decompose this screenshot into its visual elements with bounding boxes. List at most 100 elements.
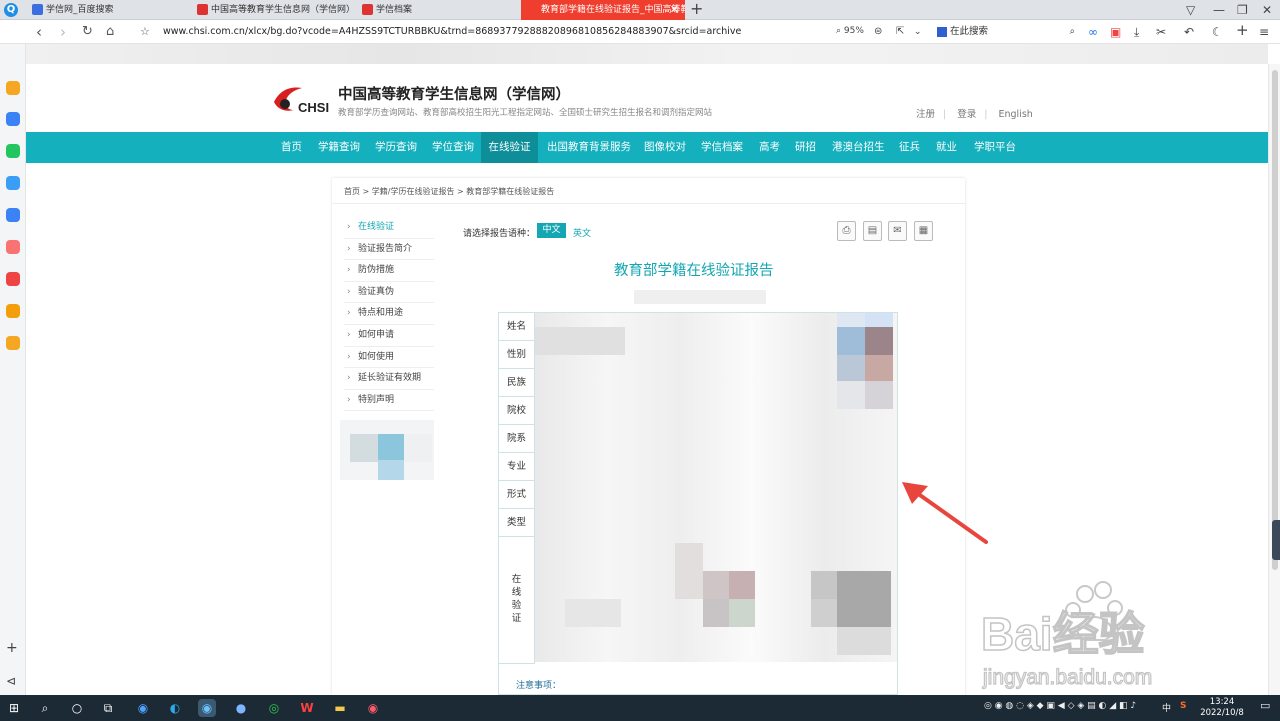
file-explorer-icon[interactable]: ▬	[331, 699, 349, 717]
nav-online-verify[interactable]: 在线验证	[481, 132, 538, 163]
qr-code-icon[interactable]: ▦	[914, 221, 933, 241]
home-icon[interactable]: ⌂	[106, 22, 114, 42]
browser-app-icon[interactable]: ◉	[134, 699, 152, 717]
nav-degree-query[interactable]: 学位查询	[428, 132, 478, 163]
translate-icon[interactable]: ⊜	[874, 23, 882, 41]
english-link[interactable]: English	[999, 109, 1033, 120]
ime-indicator[interactable]: 中	[1162, 701, 1171, 714]
app-sidebar-icon[interactable]	[6, 208, 20, 222]
scrollbar-thumb[interactable]	[1272, 70, 1278, 570]
download-report-icon[interactable]: ▤	[863, 221, 882, 241]
nav-student-status[interactable]: 学籍查询	[314, 132, 364, 163]
register-link[interactable]: 注册	[916, 109, 935, 120]
system-tray[interactable]: ◎ ◉ ◍ ◌ ◈ ◆ ▣ ◀ ◇ ◈ ▤ ◐ ◢ ◧ ♪	[984, 701, 1136, 711]
nav-employment[interactable]: 就业	[932, 132, 961, 163]
search-engine-box[interactable]: 在此搜索 ⌕	[937, 23, 1077, 41]
chevron-right-icon: ›	[347, 329, 351, 340]
nav-hk-macau-tw[interactable]: 港澳台招生	[828, 132, 889, 163]
nav-degree-record[interactable]: 学历查询	[371, 132, 421, 163]
sidemenu-verify-true[interactable]: › 验证真伪	[344, 282, 434, 304]
menu-icon[interactable]: ≡	[1259, 23, 1269, 41]
pdf-sidebar-icon[interactable]	[6, 272, 20, 286]
app-icon[interactable]: ●	[232, 699, 250, 717]
search-placeholder: 在此搜索	[950, 26, 989, 37]
tab-baidu[interactable]: 学信网_百度搜索	[26, 0, 191, 20]
nav-career[interactable]: 学职平台	[970, 132, 1020, 163]
scissors-icon[interactable]: ✂	[1156, 23, 1166, 41]
minimize-button[interactable]: —	[1213, 1, 1225, 19]
game-sidebar-icon[interactable]	[6, 240, 20, 254]
maximize-button[interactable]: ❐	[1237, 1, 1248, 19]
language-english-button[interactable]: 英文	[573, 226, 591, 239]
svg-text:jingyan.baidu.com: jingyan.baidu.com	[982, 666, 1152, 689]
wechat-sidebar-icon[interactable]	[6, 144, 20, 158]
side-widget[interactable]	[1272, 520, 1280, 560]
search-icon[interactable]: ⌕	[36, 699, 54, 717]
notes-sidebar-icon[interactable]	[6, 336, 20, 350]
chevron-down-icon[interactable]: ⌄	[914, 23, 922, 41]
download-icon[interactable]: ⤓	[1134, 23, 1139, 41]
blurred-banner	[26, 44, 1268, 64]
add-sidebar-icon[interactable]: +	[6, 640, 18, 656]
chsi-logo[interactable]: CHSI	[272, 84, 330, 116]
tab-archive[interactable]: 学信档案	[356, 0, 521, 20]
add-icon[interactable]: +	[1236, 21, 1249, 39]
share-icon[interactable]: ⇱	[896, 23, 904, 41]
breadcrumb[interactable]: 首页 > 学籍/学历在线验证报告 > 教育部学籍在线验证报告	[344, 186, 554, 197]
tab-report-active[interactable]: 教育部学籍在线验证报告_中国高等教 ✕	[521, 0, 685, 20]
nav-overseas[interactable]: 出国教育背景服务	[543, 132, 635, 163]
extension-icon[interactable]: ∞	[1088, 23, 1098, 41]
music-app-icon[interactable]: ◉	[364, 699, 382, 717]
favorites-icon[interactable]	[6, 81, 20, 95]
notification-icon[interactable]: ▭	[1260, 699, 1270, 712]
sidemenu-features[interactable]: › 特点和用途	[344, 303, 434, 325]
nav-image-check[interactable]: 图像校对	[640, 132, 690, 163]
sogou-icon[interactable]: S	[1180, 701, 1186, 711]
sidemenu-extend[interactable]: › 延长验证有效期	[344, 368, 434, 390]
sidemenu-anti-fake[interactable]: › 防伪措施	[344, 260, 434, 282]
nav-gaokao[interactable]: 高考	[755, 132, 784, 163]
task-view-icon[interactable]: ⧉	[99, 699, 117, 717]
sidemenu-statement[interactable]: › 特别声明	[344, 390, 434, 412]
qq-browser-icon[interactable]: ◉	[198, 699, 216, 717]
undo-icon[interactable]: ↶	[1184, 23, 1194, 41]
nav-military[interactable]: 征兵	[895, 132, 924, 163]
cloud-icon[interactable]	[6, 176, 20, 190]
nav-archive[interactable]: 学信档案	[697, 132, 747, 163]
bookmark-star-icon[interactable]: ☆	[140, 22, 150, 42]
sidemenu-intro[interactable]: › 验证报告简介	[344, 239, 434, 261]
sidemenu-how-apply[interactable]: › 如何申请	[344, 325, 434, 347]
sidemenu-online-verify[interactable]: › 在线验证	[344, 217, 434, 239]
language-chinese-button[interactable]: 中文	[537, 223, 566, 238]
sidemenu-how-use[interactable]: › 如何使用	[344, 347, 434, 369]
search-sidebar-icon[interactable]	[6, 304, 20, 318]
windows-start-icon[interactable]: ⊞	[5, 699, 23, 717]
pin-icon[interactable]: ▽	[1186, 1, 1195, 19]
search-icon[interactable]: ⌕	[1070, 23, 1075, 41]
email-icon[interactable]: ✉	[888, 221, 907, 241]
edge-icon[interactable]: ◐	[166, 699, 184, 717]
wps-icon[interactable]: W	[298, 699, 316, 717]
wechat-icon[interactable]: ◎	[265, 699, 283, 717]
history-icon[interactable]	[6, 112, 20, 126]
extension-red-icon[interactable]: ▣	[1110, 23, 1121, 41]
back-icon[interactable]: ‹	[36, 22, 42, 42]
new-tab-button[interactable]: +	[690, 0, 703, 18]
close-window-button[interactable]: ✕	[1262, 1, 1272, 19]
cortana-icon[interactable]: ○	[68, 699, 86, 717]
close-tab-icon[interactable]: ✕	[670, 0, 679, 20]
login-link[interactable]: 登录	[957, 109, 976, 120]
url-input[interactable]: www.chsi.com.cn/xlcx/bg.do?vcode=A4HZSS9…	[163, 26, 741, 37]
taskbar-clock[interactable]: 13:24 2022/10/8	[1197, 697, 1247, 719]
zoom-indicator[interactable]: ⌕ 95%	[836, 26, 864, 36]
refresh-icon[interactable]: ↻	[82, 22, 93, 42]
collapse-sidebar-icon[interactable]: ⊲	[6, 674, 16, 688]
field-label-type: 类型	[499, 509, 535, 537]
night-mode-icon[interactable]: ☾	[1212, 23, 1223, 41]
nav-graduate[interactable]: 研招	[791, 132, 820, 163]
tab-chsi-home[interactable]: 中国高等教育学生信息网（学信网）	[191, 0, 356, 20]
browser-logo-icon[interactable]: Q	[4, 3, 18, 17]
print-icon[interactable]: ⎙	[837, 221, 856, 241]
forward-icon[interactable]: ›	[60, 22, 66, 42]
nav-home[interactable]: 首页	[277, 132, 306, 163]
